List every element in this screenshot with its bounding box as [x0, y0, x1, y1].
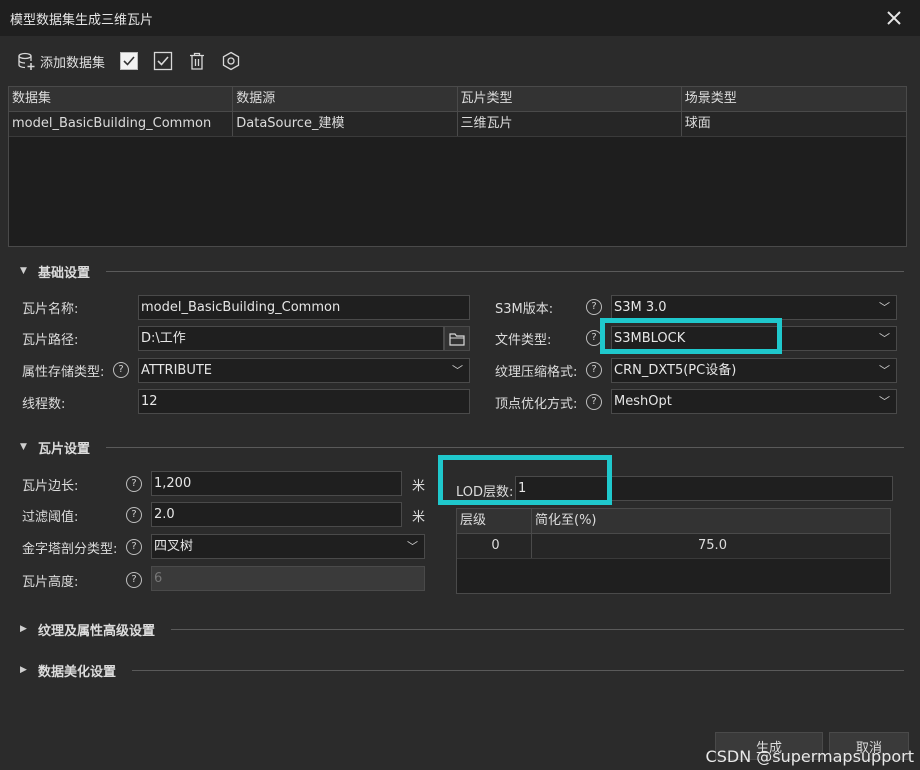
texture-attr-settings-header[interactable]: ▶ 纹理及属性高级设置: [20, 619, 904, 639]
tile-height-label: 瓦片高度:: [22, 575, 79, 590]
title-bar: 模型数据集生成三维瓦片: [0, 0, 920, 36]
add-dataset-button[interactable]: 添加数据集: [16, 48, 105, 74]
attr-storage-value: ATTRIBUTE: [141, 363, 212, 378]
hexagon-gear-icon: [221, 51, 241, 71]
thread-count-label: 线程数:: [22, 397, 66, 412]
chevron-down-icon: ﹀: [879, 395, 890, 408]
table-cell: 0: [457, 534, 532, 558]
divider: [132, 669, 904, 671]
s3m-version-value: S3M 3.0: [614, 300, 667, 315]
table-row[interactable]: model_BasicBuilding_Common DataSource_建模…: [9, 112, 906, 137]
file-type-label: 文件类型:: [495, 333, 552, 348]
attr-storage-select[interactable]: ATTRIBUTE ﹀: [138, 358, 470, 383]
table-cell[interactable]: 75.0: [532, 534, 890, 558]
thread-count-input[interactable]: 12: [138, 389, 470, 414]
tile-path-input[interactable]: D:\工作: [138, 326, 444, 351]
settings-button[interactable]: [221, 48, 241, 74]
help-icon[interactable]: ?: [113, 362, 129, 378]
checkbox-outline-checked-icon: [153, 51, 173, 71]
basic-settings-header[interactable]: ▼ 基础设置: [20, 261, 904, 281]
chevron-down-icon: ﹀: [879, 301, 890, 314]
help-icon[interactable]: ?: [126, 572, 142, 588]
s3m-version-label: S3M版本:: [495, 302, 554, 317]
edge-length-input[interactable]: 1,200: [151, 471, 402, 496]
unit-label: 米: [412, 479, 426, 494]
invert-select-button[interactable]: [153, 48, 173, 74]
help-icon[interactable]: ?: [126, 476, 142, 492]
tile-height-input: 6: [151, 566, 425, 591]
tile-settings-header[interactable]: ▼ 瓦片设置: [20, 437, 904, 457]
collapse-triangle-icon: ▼: [20, 266, 27, 276]
filter-threshold-input[interactable]: 2.0: [151, 502, 402, 527]
pyramid-type-label: 金字塔剖分类型:: [22, 542, 118, 557]
select-all-button[interactable]: [119, 48, 139, 74]
table-cell: 球面: [684, 116, 711, 131]
beautify-settings-header[interactable]: ▶ 数据美化设置: [20, 660, 904, 680]
watermark: CSDN @supermapsupport: [705, 747, 914, 766]
divider: [106, 270, 904, 272]
section-title: 数据美化设置: [38, 664, 117, 680]
texture-compress-select[interactable]: CRN_DXT5(PC设备) ﹀: [611, 358, 897, 383]
help-icon[interactable]: ?: [586, 394, 602, 410]
texture-compress-label: 纹理压缩格式:: [495, 365, 578, 380]
divider: [171, 628, 904, 630]
chevron-down-icon: ﹀: [879, 364, 890, 377]
toolbar: 添加数据集: [0, 36, 920, 86]
vertex-opt-select[interactable]: MeshOpt ﹀: [611, 389, 897, 414]
section-title: 基础设置: [38, 265, 91, 281]
filter-threshold-label: 过滤阈值:: [22, 510, 79, 525]
lod-table-header: 层级 简化至(%): [457, 509, 890, 534]
tile-path-label: 瓦片路径:: [22, 333, 79, 348]
highlight-box-file-type: [600, 318, 782, 354]
add-dataset-label: 添加数据集: [40, 55, 106, 71]
column-header[interactable]: 数据源: [233, 87, 458, 111]
browse-folder-button[interactable]: [444, 326, 470, 351]
attr-storage-label: 属性存储类型:: [22, 365, 105, 380]
section-title: 瓦片设置: [38, 441, 91, 457]
column-header[interactable]: 层级: [457, 509, 532, 533]
table-row[interactable]: 0 75.0: [457, 534, 890, 559]
column-header[interactable]: 场景类型: [682, 87, 906, 111]
texture-compress-value: CRN_DXT5(PC设备): [614, 363, 737, 378]
lod-table: 层级 简化至(%) 0 75.0: [456, 508, 891, 594]
chevron-down-icon: ﹀: [879, 332, 890, 345]
dataset-table-header: 数据集 数据源 瓦片类型 场景类型: [9, 87, 906, 112]
window-title: 模型数据集生成三维瓦片: [10, 12, 154, 28]
column-header[interactable]: 数据集: [9, 87, 234, 111]
folder-icon: [449, 332, 465, 346]
column-header[interactable]: 瓦片类型: [458, 87, 682, 111]
tile-name-label: 瓦片名称:: [22, 302, 79, 317]
help-icon[interactable]: ?: [586, 299, 602, 315]
collapse-triangle-icon: ▼: [20, 442, 27, 452]
vertex-opt-value: MeshOpt: [614, 394, 672, 409]
delete-button[interactable]: [187, 48, 207, 74]
vertex-opt-label: 顶点优化方式:: [495, 397, 578, 412]
trash-icon: [187, 51, 207, 71]
help-icon[interactable]: ?: [126, 507, 142, 523]
tile-name-input[interactable]: model_BasicBuilding_Common: [138, 295, 470, 320]
divider: [106, 446, 904, 448]
expand-triangle-icon: ▶: [20, 624, 27, 634]
chevron-down-icon: ﹀: [452, 364, 463, 377]
expand-triangle-icon: ▶: [20, 665, 27, 675]
column-header[interactable]: 简化至(%): [532, 509, 890, 533]
pyramid-type-select[interactable]: 四叉树 ﹀: [151, 534, 425, 559]
database-add-icon: [16, 51, 36, 71]
help-icon[interactable]: ?: [126, 539, 142, 555]
pyramid-type-value: 四叉树: [154, 539, 194, 554]
table-cell: model_BasicBuilding_Common: [9, 112, 234, 136]
help-icon[interactable]: ?: [586, 362, 602, 378]
dataset-table: 数据集 数据源 瓦片类型 场景类型 model_BasicBuilding_Co…: [8, 86, 907, 247]
unit-label: 米: [412, 510, 426, 525]
highlight-box-lod: [438, 455, 612, 505]
checkbox-checked-icon: [119, 51, 139, 71]
s3m-version-select[interactable]: S3M 3.0 ﹀: [611, 295, 897, 320]
table-cell: 三维瓦片: [458, 112, 682, 136]
section-title: 纹理及属性高级设置: [38, 623, 156, 639]
chevron-down-icon: ﹀: [407, 540, 418, 553]
edge-length-label: 瓦片边长:: [22, 479, 79, 494]
table-cell: DataSource_建模: [233, 112, 458, 136]
close-icon[interactable]: [882, 6, 906, 30]
